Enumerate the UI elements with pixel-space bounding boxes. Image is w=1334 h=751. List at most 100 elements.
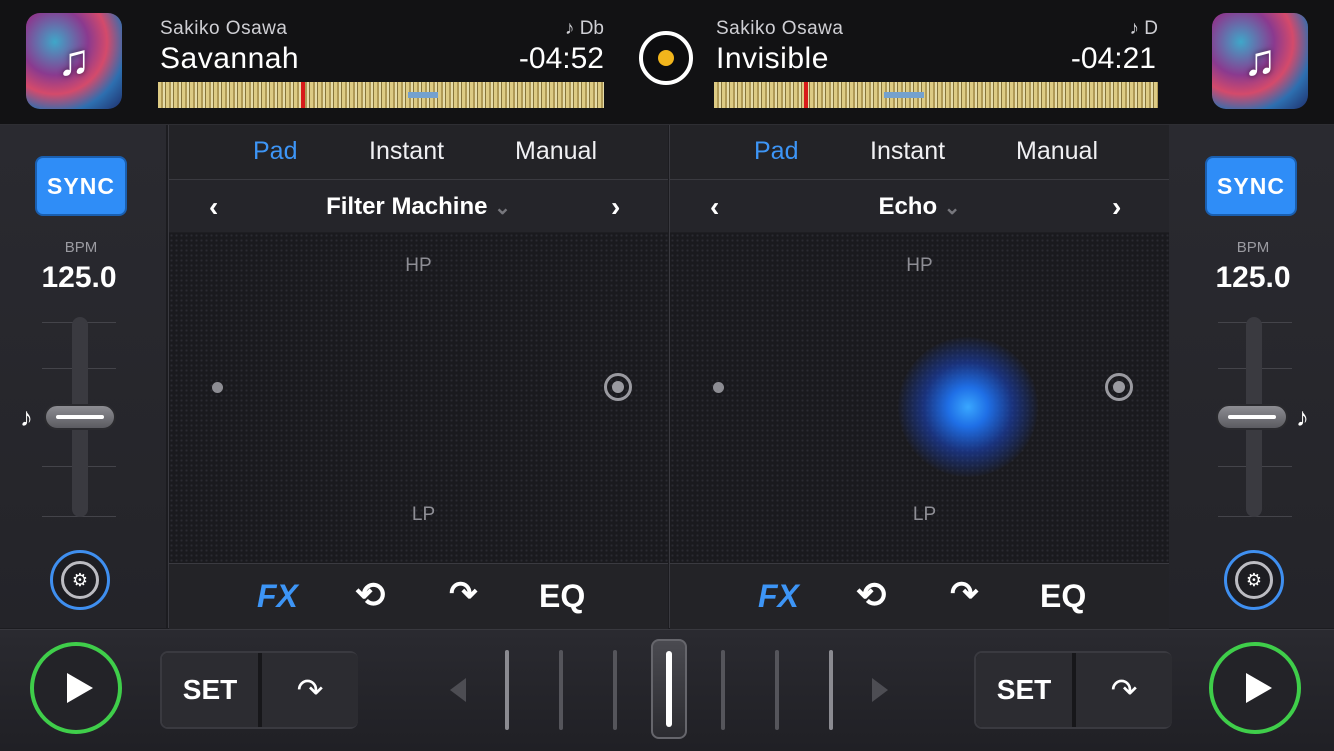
deck-b-time-remaining: -04:21 (1070, 42, 1156, 75)
deck-b-album-art[interactable]: ♫ (1212, 13, 1308, 109)
deck-a-fx-tabs: Pad Instant Manual (169, 125, 668, 180)
deck-b-jog-mode-button[interactable]: ⚙ (1224, 550, 1284, 610)
chevron-right-icon[interactable]: › (611, 191, 620, 223)
deck-b-waveform[interactable] (714, 80, 1158, 110)
waveform-gap (408, 92, 438, 98)
loop-icon[interactable]: ⟲ (856, 574, 886, 616)
deck-a-tab-instant[interactable]: Instant (369, 137, 444, 166)
crossfader-tick (829, 650, 833, 730)
deck-b-effect-name[interactable]: Echo ⌄ (670, 193, 1169, 221)
pad-left-marker (212, 382, 223, 393)
deck-a-key: ♪ Db (564, 18, 604, 39)
deck-a-tab-manual[interactable]: Manual (515, 137, 597, 166)
deck-a-set-button[interactable]: SET (162, 653, 258, 727)
deck-b-play-button[interactable] (1209, 642, 1301, 734)
deck-a-eq-tab[interactable]: EQ (539, 578, 585, 615)
chevron-down-icon: ⌄ (943, 197, 961, 219)
deck-b-fx-tabs: Pad Instant Manual (670, 125, 1169, 180)
sliders-icon: ⚙ (61, 561, 99, 599)
deck-a-waveform[interactable] (158, 80, 604, 110)
pad-touch-point[interactable] (898, 337, 1038, 477)
transport-bar: SET ↷ SET ↷ (0, 629, 1334, 751)
deck-b-playhead (804, 80, 808, 110)
deck-a-jog-mode-button[interactable]: ⚙ (50, 550, 110, 610)
lp-label: LP (912, 504, 937, 525)
deck-b-eq-tab[interactable]: EQ (1040, 578, 1086, 615)
deck-b-bpm-label: BPM (1236, 239, 1270, 256)
cue-icon: ↷ (296, 672, 324, 708)
deck-a-sync-button[interactable]: SYNC (35, 156, 127, 216)
deck-b-pitch-slider-handle[interactable] (1216, 404, 1288, 430)
deck-b-cue-jump-button[interactable]: ↷ (1074, 653, 1172, 727)
cue-icon[interactable]: ↷ (449, 574, 478, 614)
cue-icon: ↷ (1110, 672, 1138, 708)
deck-b-tab-manual[interactable]: Manual (1016, 137, 1098, 166)
deck-b-title: Invisible (716, 42, 829, 75)
chevron-down-icon: ⌄ (494, 197, 511, 219)
record-button[interactable] (639, 31, 693, 85)
deck-b-artist: Sakiko Osawa (716, 18, 844, 39)
pad-left-marker (713, 382, 724, 393)
deck-a-fx-panel: Pad Instant Manual ‹ Filter Machine ⌄ › … (168, 125, 668, 629)
hp-label: HP (906, 255, 933, 276)
deck-a-title: Savannah (160, 42, 300, 75)
crossfader-handle[interactable] (651, 639, 687, 739)
deck-a-mode-tabs: FX ⟲ ↷ EQ (169, 563, 668, 629)
record-dot-icon (658, 50, 674, 66)
deck-a-bpm-label: BPM (64, 239, 98, 256)
crossfader-tick (721, 650, 725, 730)
play-icon (1246, 673, 1272, 703)
pad-target-icon (604, 373, 632, 401)
deck-b-fx-tab[interactable]: FX (758, 578, 799, 615)
deck-a-side-controls: SYNC BPM 125.0 ♪ ⚙ (0, 125, 166, 628)
hp-label: HP (405, 255, 432, 276)
chevron-right-icon[interactable]: › (1112, 191, 1121, 223)
deck-b-mode-tabs: FX ⟲ ↷ EQ (670, 563, 1169, 629)
deck-b-key: ♪ D (1129, 18, 1159, 39)
waveform-gap (884, 92, 924, 98)
crossfader-tick (775, 650, 779, 730)
deck-a-tab-pad[interactable]: Pad (253, 137, 297, 166)
play-icon (67, 673, 93, 703)
deck-a-album-art[interactable]: ♫ (26, 13, 122, 109)
lp-label: LP (411, 504, 436, 525)
deck-a-time-remaining: -04:52 (518, 42, 604, 75)
deck-a-playhead (301, 80, 305, 110)
sliders-icon: ⚙ (1235, 561, 1273, 599)
deck-b-tab-pad[interactable]: Pad (754, 137, 798, 166)
deck-b-bpm-value: 125.0 (1215, 261, 1291, 294)
loop-icon[interactable]: ⟲ (355, 574, 385, 616)
deck-a-effect-selector: ‹ Filter Machine ⌄ › (169, 180, 668, 232)
deck-a-xy-pad[interactable]: HP LP (169, 233, 668, 563)
deck-a-cue-jump-button[interactable]: ↷ (260, 653, 358, 727)
music-note-icon: ♫ (57, 36, 91, 85)
deck-b-tab-instant[interactable]: Instant (870, 137, 945, 166)
top-bar: ♫ Sakiko Osawa Savannah ♪ Db -04:52 Saki… (0, 0, 1334, 125)
deck-a-pitch-slider-handle[interactable] (44, 404, 116, 430)
deck-a-bpm-value: 125.0 (41, 261, 117, 294)
pad-target-icon (1105, 373, 1133, 401)
deck-a-artist: Sakiko Osawa (160, 18, 288, 39)
deck-a-effect-name[interactable]: Filter Machine ⌄ (169, 193, 668, 221)
crossfader-tick (613, 650, 617, 730)
pitch-note-icon: ♪ (20, 402, 33, 432)
deck-a-cue-group: SET ↷ (160, 651, 358, 729)
deck-a-play-button[interactable] (30, 642, 122, 734)
deck-b-sync-button[interactable]: SYNC (1205, 156, 1297, 216)
crossfader-tick (559, 650, 563, 730)
pitch-note-icon: ♪ (1296, 402, 1309, 432)
music-note-icon: ♫ (1243, 36, 1277, 85)
deck-b-set-button[interactable]: SET (976, 653, 1072, 727)
deck-b-fx-panel: Pad Instant Manual ‹ Echo ⌄ › HP LP FX ⟲… (669, 125, 1169, 629)
crossfader-left-icon[interactable] (450, 678, 466, 702)
deck-b-xy-pad[interactable]: HP LP (670, 233, 1169, 563)
deck-b-side-controls: SYNC BPM 125.0 ♪ ⚙ (1168, 125, 1334, 628)
cue-icon[interactable]: ↷ (950, 574, 979, 614)
deck-b-cue-group: SET ↷ (974, 651, 1172, 729)
deck-b-effect-label: Echo (878, 193, 938, 220)
deck-a-fx-tab[interactable]: FX (257, 578, 298, 615)
deck-b-effect-selector: ‹ Echo ⌄ › (670, 180, 1169, 232)
deck-a-effect-label: Filter Machine (326, 193, 488, 220)
crossfader-tick (505, 650, 509, 730)
crossfader-right-icon[interactable] (872, 678, 888, 702)
